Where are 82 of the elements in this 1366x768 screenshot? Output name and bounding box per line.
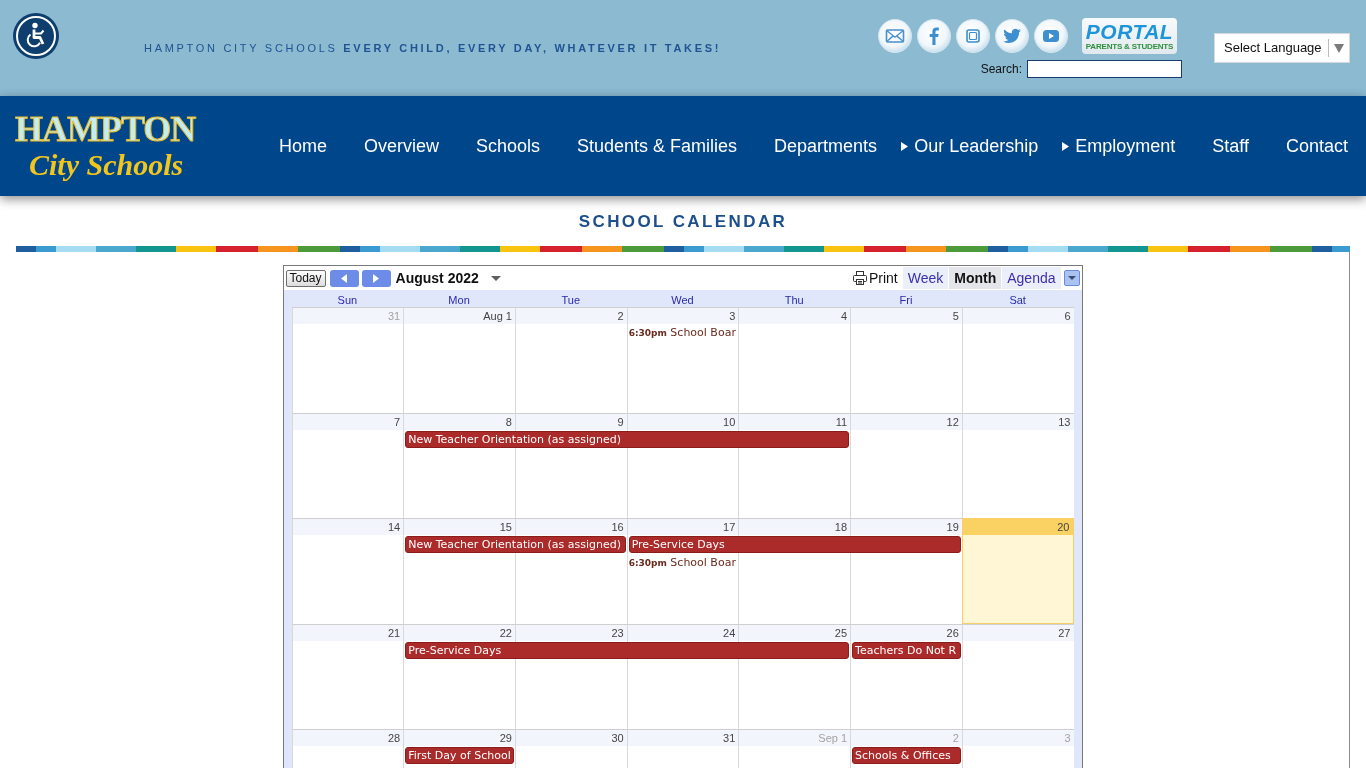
nav-link[interactable]: Home (278, 135, 327, 157)
day-number[interactable]: 15 (404, 519, 515, 535)
site-tagline: HAMPTON CITY SCHOOLS EVERY CHILD, EVERY DAY, WHATEVER IT TAKES! (144, 42, 722, 55)
youtube-icon[interactable] (1034, 19, 1068, 53)
print-link[interactable]: Print (852, 267, 898, 289)
day-number[interactable]: 27 (962, 624, 1074, 641)
event-bar[interactable]: Pre-Service Days (628, 536, 961, 553)
day-number[interactable]: 2 (515, 308, 627, 324)
day-number[interactable]: Aug 1 (404, 308, 515, 324)
day-number[interactable]: 28 (292, 730, 404, 746)
day-number[interactable]: 11 (739, 413, 851, 430)
day-number[interactable]: 25 (739, 624, 851, 641)
day-number[interactable]: 29 (404, 730, 515, 746)
day-number[interactable]: 6 (962, 308, 1074, 324)
nav-link[interactable]: Employment (1062, 135, 1176, 157)
page-title: SCHOOL CALENDAR (578, 211, 788, 232)
caret-left-icon[interactable] (341, 273, 348, 283)
day-number[interactable]: 4 (739, 308, 851, 324)
day-number[interactable]: 20 (962, 519, 1073, 535)
day-number[interactable]: 8 (404, 413, 515, 430)
nav-link[interactable]: Staff (1212, 135, 1249, 157)
day-number[interactable]: 26 (851, 624, 962, 641)
view-tab[interactable]: Week (902, 267, 949, 289)
facebook-icon[interactable] (917, 19, 951, 53)
event-entry[interactable]: 6:30pm School Boar (628, 556, 736, 570)
language-select[interactable]: Select Language (1214, 33, 1350, 63)
day-number[interactable]: 23 (515, 624, 627, 641)
day-number[interactable]: 3 (627, 308, 739, 324)
weekday-label: Tue (560, 293, 582, 307)
weekday-label: Wed (670, 293, 695, 307)
search-field[interactable] (1027, 60, 1182, 78)
caret-down-icon[interactable] (490, 275, 501, 281)
day-number[interactable]: 18 (739, 519, 851, 535)
portal-logo[interactable]: PORTAL PARENTS & STUDENTS (1082, 18, 1177, 54)
day-number[interactable]: 24 (627, 624, 739, 641)
caret-down-icon (1067, 276, 1076, 280)
weekday-label: Sat (1008, 293, 1027, 307)
nav-link[interactable]: Overview (363, 135, 439, 157)
day-number[interactable]: 19 (851, 519, 962, 535)
dropdown-button[interactable] (1063, 270, 1080, 286)
instagram-icon[interactable] (956, 19, 990, 53)
school-logo[interactable]: HAMPTON City Schools (15, 110, 203, 182)
day-number[interactable]: 16 (515, 519, 627, 535)
day-number[interactable]: 12 (851, 413, 962, 430)
nav-link[interactable]: Schools (475, 135, 540, 157)
day-number[interactable]: 13 (962, 413, 1074, 430)
printer-icon[interactable] (852, 271, 867, 285)
caret-down-icon (1333, 43, 1344, 53)
day-number[interactable]: 7 (292, 413, 404, 430)
day-number[interactable]: 9 (515, 413, 627, 430)
day-number[interactable]: 10 (627, 413, 739, 430)
nav-link[interactable]: Students & Families (577, 135, 738, 157)
weekday-label: Fri (898, 293, 914, 307)
event-bar[interactable]: New Teacher Orientation (as assigned) (405, 536, 626, 553)
caret-right-icon[interactable] (1062, 141, 1070, 151)
day-number[interactable]: 17 (627, 519, 739, 535)
next-month-button[interactable] (361, 269, 391, 287)
weekday-label: Sun (336, 293, 359, 307)
event-bar[interactable]: Schools & Offices (852, 747, 961, 764)
view-tab[interactable]: Agenda (1002, 267, 1061, 289)
day-number[interactable]: 14 (292, 519, 404, 535)
weekday-label: Thu (783, 293, 805, 307)
caret-right-icon[interactable] (901, 141, 909, 151)
nav-link[interactable]: Departments (774, 135, 878, 157)
day-number[interactable]: 30 (515, 730, 627, 746)
twitter-icon[interactable] (995, 19, 1029, 53)
previous-month-button[interactable] (329, 269, 359, 287)
event-bar[interactable]: First Day of School (405, 747, 514, 764)
wheelchair-icon[interactable] (13, 13, 59, 59)
mail-icon[interactable] (878, 19, 912, 53)
today-button[interactable]: Today (285, 269, 326, 287)
search-label: Search: (980, 61, 1022, 78)
day-number[interactable]: 21 (292, 624, 404, 641)
day-number[interactable]: 22 (404, 624, 515, 641)
view-tab[interactable]: Month (949, 267, 1002, 289)
event-entry[interactable]: 6:30pm School Boar (628, 326, 736, 340)
nav-link[interactable]: Our Leadership (901, 135, 1039, 157)
weekday-label: Mon (447, 293, 471, 307)
month-title: August 2022 (395, 268, 479, 288)
nav-link[interactable]: Contact (1285, 135, 1348, 157)
day-number[interactable]: 31 (627, 730, 739, 746)
day-number[interactable]: 5 (851, 308, 962, 324)
